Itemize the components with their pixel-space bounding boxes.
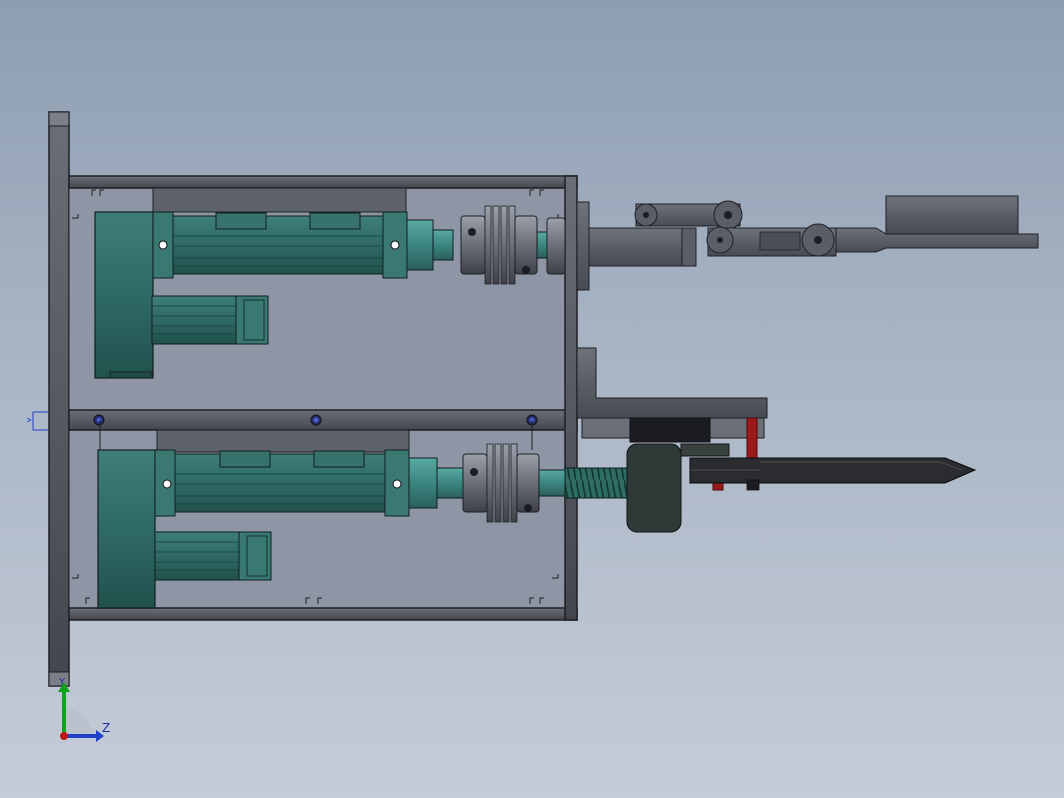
reference-marker [26, 411, 48, 431]
cad-viewport[interactable] [0, 0, 1064, 798]
coordinate-triad [58, 682, 104, 742]
left-mounting-plate [48, 111, 70, 687]
y-axis-label: Y [59, 677, 66, 688]
screw-blade-assembly [564, 347, 977, 533]
x-axis-dot [60, 732, 68, 740]
z-axis-label: Z [102, 721, 111, 735]
arm-linkage [576, 195, 1039, 291]
